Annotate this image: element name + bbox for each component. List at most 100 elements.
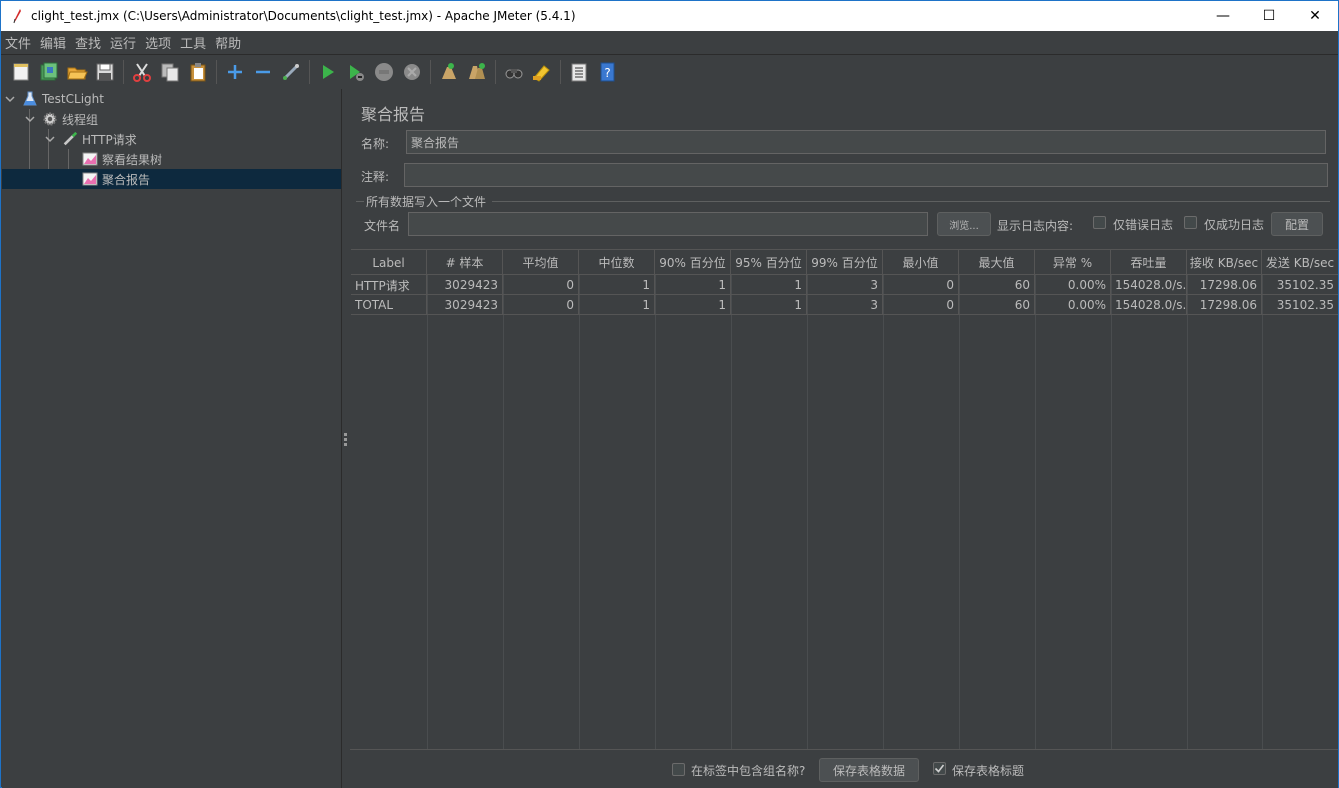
browse-button[interactable]: 浏览... [937,212,991,236]
table-cell: 1 [731,275,807,295]
table-cell: 1 [655,295,731,315]
jmeter-window: clight_test.jmx (C:\Users\Administrator\… [0,0,1339,788]
table-cell: 3 [807,275,883,295]
column-header[interactable]: 最大值 [959,250,1035,275]
column-divider [1187,275,1188,749]
menu-tools[interactable]: 工具 [176,33,210,52]
column-header[interactable]: 90% 百分位 [655,250,731,275]
comment-label: 注释: [361,170,390,184]
table-cell: 154028.0/s... [1111,295,1187,315]
checkmark-icon [934,764,945,773]
aggregate-report-panel: 聚合报告 名称: 注释: 所有数据写入一个文件 文件名 浏览... 显示日志内容… [350,89,1338,788]
table-cell: TOTAL [351,295,427,315]
listener-chart-icon [82,151,98,167]
table-row[interactable]: TOTAL 3029423 0 1 1 1 3 0 60 0.00% 15402… [351,295,1338,315]
splitter-grip-dot [344,443,347,446]
configure-button[interactable]: 配置 [1271,212,1323,236]
table-cell: 0 [883,275,959,295]
filename-label: 文件名 [364,219,401,233]
paste-icon[interactable] [186,60,210,84]
chevron-down-icon[interactable] [44,133,56,145]
copy-icon[interactable] [158,60,182,84]
table-cell: 1 [579,295,655,315]
column-header[interactable]: 平均值 [503,250,579,275]
templates-icon[interactable] [37,60,61,84]
table-cell: 60 [959,275,1035,295]
menu-options[interactable]: 选项 [141,33,175,52]
log-content-label: 显示日志内容: [997,219,1074,233]
collapse-icon[interactable] [251,60,275,84]
errors-only-checkbox[interactable] [1093,216,1106,229]
table-cell: 17298.06 [1187,295,1262,315]
function-helper-icon[interactable] [567,60,591,84]
include-group-name-checkbox[interactable] [672,763,685,776]
column-divider [883,275,884,749]
errors-only-label: 仅错误日志 [1113,218,1174,232]
table-cell: 0 [503,275,579,295]
menu-help[interactable]: 帮助 [211,33,245,52]
clear-all-icon[interactable] [465,60,489,84]
group-border [492,201,1330,202]
column-header[interactable]: Label [351,250,427,275]
help-icon[interactable]: ? [595,60,619,84]
table-cell: 3029423 [427,295,503,315]
success-only-checkbox[interactable] [1184,216,1197,229]
toolbar-separator [216,59,217,84]
stop-icon[interactable] [372,60,396,84]
sampler-pipette-icon [62,131,78,147]
open-icon[interactable] [65,60,89,84]
column-header[interactable]: 99% 百分位 [807,250,883,275]
toolbar-separator [123,59,124,84]
close-button[interactable]: ✕ [1292,1,1338,31]
menu-edit[interactable]: 编辑 [36,33,70,52]
cut-icon[interactable] [130,60,154,84]
start-icon[interactable] [316,60,340,84]
column-header[interactable]: 发送 KB/sec [1262,250,1338,275]
column-divider [655,275,656,749]
reset-search-icon[interactable] [530,60,554,84]
menu-bar: 文件 编辑 查找 运行 选项 工具 帮助 [1,31,1338,53]
column-header[interactable]: 中位数 [579,250,655,275]
svg-text:?: ? [604,66,610,80]
start-no-pause-icon[interactable] [344,60,368,84]
search-icon[interactable] [502,60,526,84]
tree-node-aggregate-report[interactable]: 聚合报告 [2,169,341,189]
comment-input[interactable] [404,163,1328,187]
filename-input[interactable] [408,212,928,236]
column-header[interactable]: 接收 KB/sec [1187,250,1262,275]
toggle-icon[interactable] [279,60,303,84]
save-table-header-checkbox[interactable] [933,762,946,775]
column-header[interactable]: # 样本 [427,250,503,275]
menu-search[interactable]: 查找 [71,33,105,52]
tree-node-http-request[interactable]: HTTP请求 [44,129,137,149]
table-cell: 0 [503,295,579,315]
column-header[interactable]: 95% 百分位 [731,250,807,275]
table-cell: 154028.0/s... [1111,275,1187,295]
chevron-down-icon[interactable] [24,113,36,125]
tree-node-view-results-tree[interactable]: 察看结果树 [82,149,162,169]
thread-group-gear-icon [42,111,58,127]
clear-icon[interactable] [437,60,461,84]
save-table-data-button[interactable]: 保存表格数据 [819,758,919,782]
tree-node-thread-group[interactable]: 线程组 [24,109,98,129]
expand-icon[interactable] [223,60,247,84]
column-header[interactable]: 异常 % [1035,250,1111,275]
chevron-down-icon[interactable] [4,93,16,105]
column-header[interactable]: 吞吐量 [1111,250,1187,275]
new-icon[interactable] [9,60,33,84]
menu-file[interactable]: 文件 [1,33,35,52]
shutdown-icon[interactable] [400,60,424,84]
listener-chart-icon [82,171,98,187]
save-table-header-label: 保存表格标题 [952,764,1025,778]
tree-node-testplan[interactable]: TestCLight [4,89,104,109]
maximize-button[interactable]: ☐ [1246,1,1292,31]
menu-run[interactable]: 运行 [106,33,140,52]
minimize-button[interactable]: — [1200,1,1246,31]
name-input[interactable] [406,130,1326,154]
save-icon[interactable] [93,60,117,84]
splitter-grip-dot [344,438,347,441]
column-divider [427,275,428,749]
table-row[interactable]: HTTP请求 3029423 0 1 1 1 3 0 60 0.00% 1540… [351,275,1338,295]
column-header[interactable]: 最小值 [883,250,959,275]
jmeter-feather-icon [13,9,21,24]
